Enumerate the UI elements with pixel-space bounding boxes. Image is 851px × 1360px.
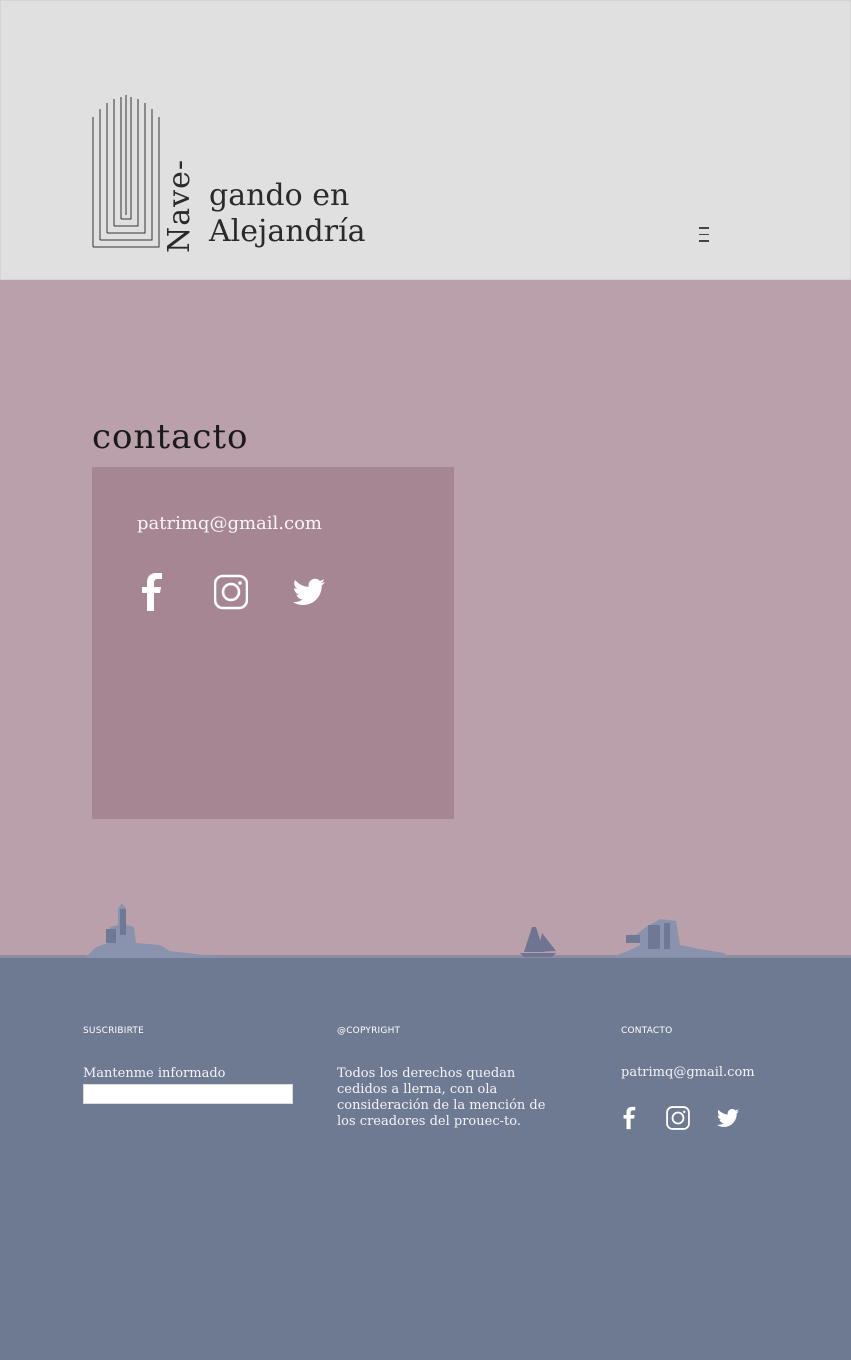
contact-heading: CONTACTO	[621, 1026, 673, 1036]
logo-line-2: Alejandría	[209, 214, 366, 249]
contact-section: contacto patrimq@gmail.com	[0, 280, 851, 956]
site-footer: SUSCRIBIRTE Mantenme informado @COPYRIGH…	[0, 958, 851, 1360]
subscribe-heading: SUSCRIBIRTE	[83, 1026, 145, 1036]
subscribe-email-input[interactable]	[83, 1084, 293, 1104]
site-header: Nave- gando en Alejandría	[0, 0, 851, 280]
instagram-icon[interactable]	[214, 573, 248, 611]
copyright-text: Todos los derechos quedan cedidos a ller…	[337, 1066, 546, 1129]
logo-line-1: gando en	[209, 178, 350, 213]
instagram-icon[interactable]	[666, 1105, 690, 1131]
contact-email-link[interactable]: patrimq@gmail.com	[137, 513, 322, 534]
subscribe-label: Mantenme informado	[83, 1066, 226, 1081]
twitter-icon[interactable]	[292, 573, 326, 611]
page-title: contacto	[92, 416, 249, 457]
facebook-icon[interactable]	[620, 1105, 640, 1131]
footer-social-links	[620, 1105, 740, 1131]
twitter-icon[interactable]	[716, 1105, 740, 1131]
logo-vertical-word: Nave-	[162, 159, 197, 253]
footer-email-link[interactable]: patrimq@gmail.com	[621, 1065, 755, 1081]
harbor-scenery-illustration	[0, 903, 851, 961]
contact-card: patrimq@gmail.com	[92, 467, 454, 819]
hamburger-menu-icon[interactable]	[699, 227, 711, 245]
social-links	[136, 573, 326, 611]
logo-arch-icon[interactable]	[91, 95, 161, 250]
facebook-icon[interactable]	[136, 573, 170, 611]
copyright-heading: @COPYRIGHT	[337, 1026, 401, 1036]
